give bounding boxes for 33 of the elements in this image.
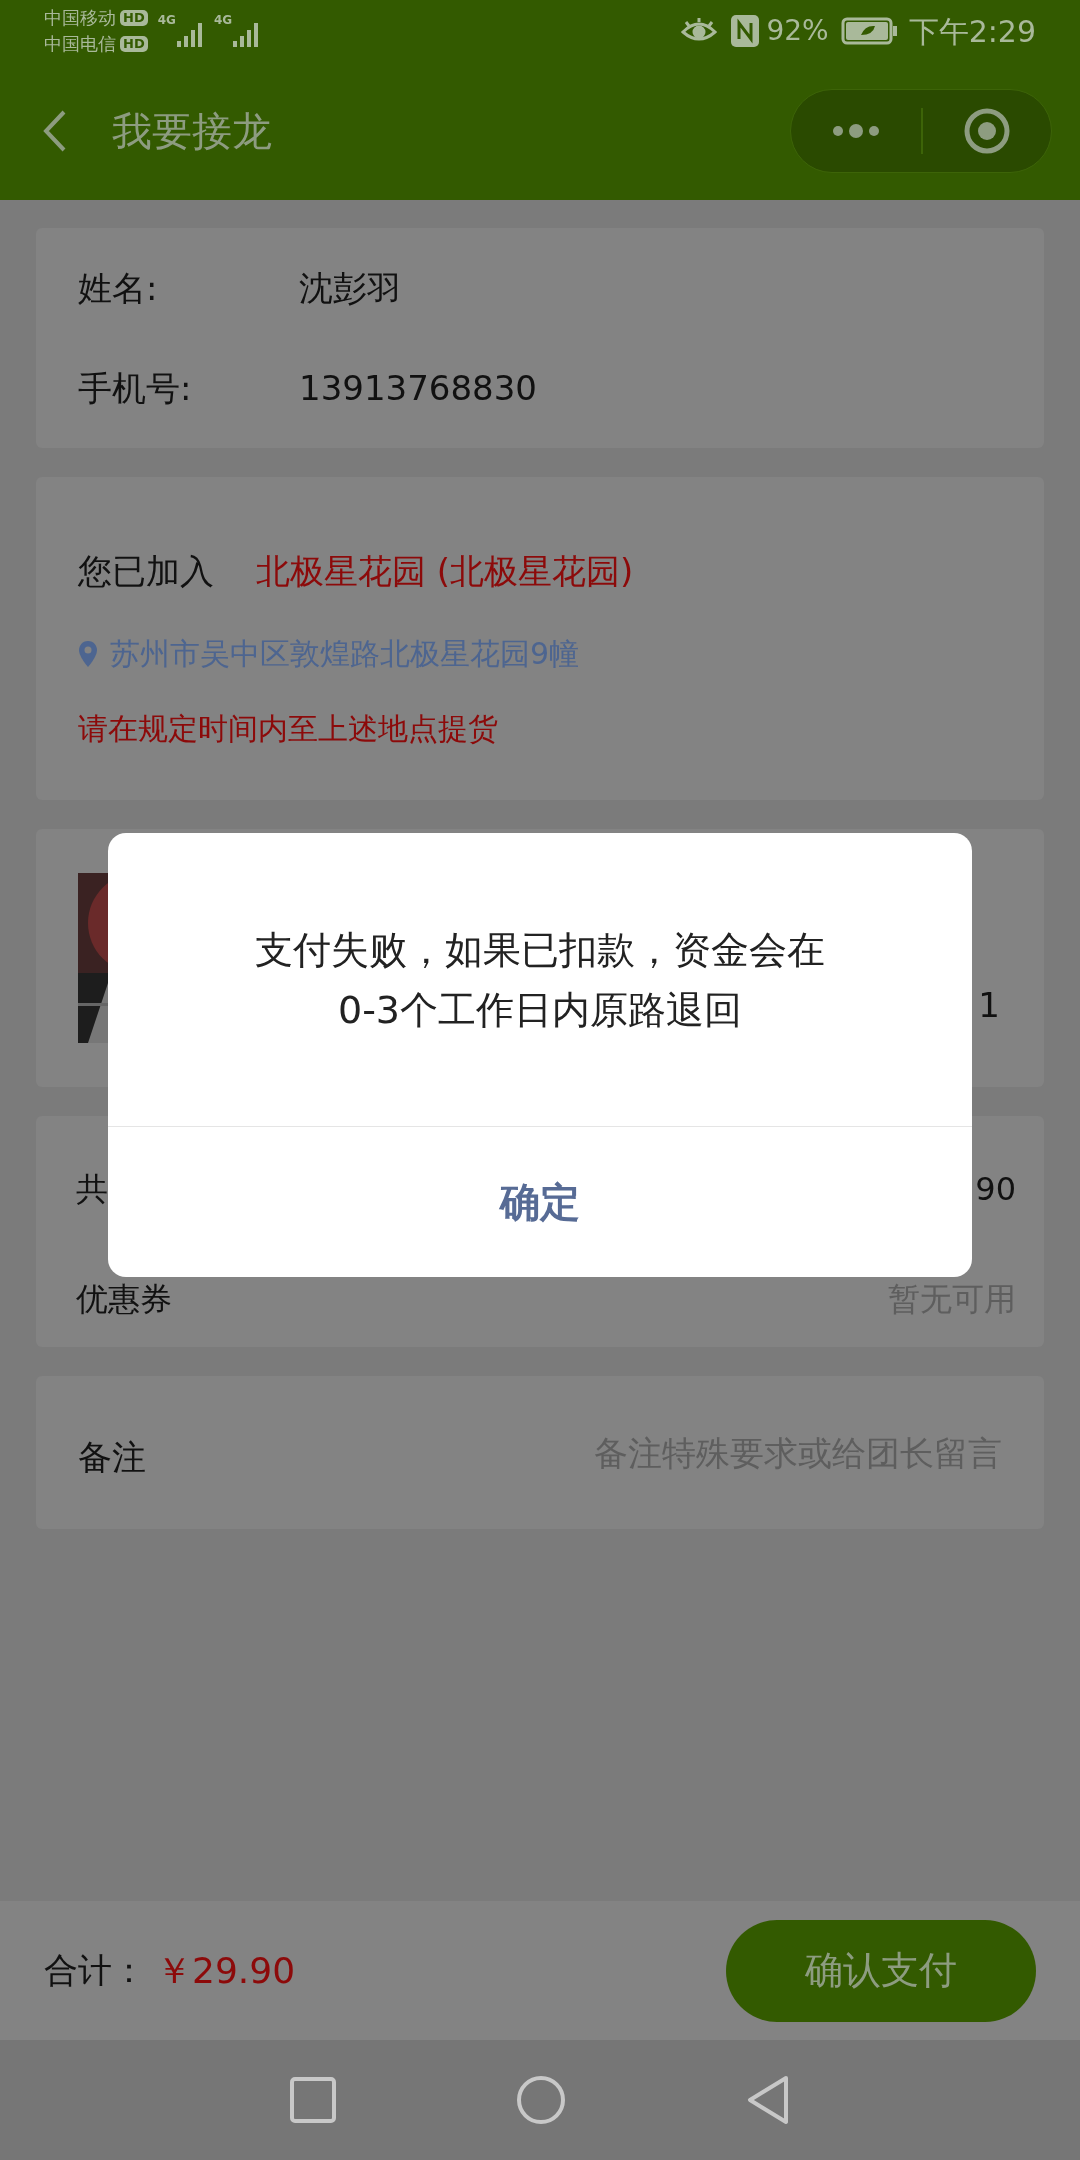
location-pin-icon — [78, 639, 98, 668]
carrier-name: 中国电信 — [44, 32, 116, 56]
back-icon — [746, 2075, 790, 2125]
field-value: 13913768830 — [299, 369, 537, 407]
carrier-name: 中国移动 — [44, 6, 116, 30]
summary-label: 优惠券 — [76, 1280, 172, 1318]
total-label: 合计： — [44, 1949, 146, 1992]
total-amount: ￥29.90 — [156, 1948, 296, 1993]
hd-badge: HD — [120, 36, 148, 52]
summary-label: 共 — [76, 1170, 108, 1208]
pay-button[interactable]: 确认支付 — [726, 1919, 1036, 2022]
quantity-text: 1 — [978, 984, 1000, 1027]
dialog-message: 支付失败，如果已扣款，资金会在0-3个工作日内原路退回 — [254, 926, 826, 1034]
summary-value: 90 — [975, 1170, 1016, 1208]
hd-badge: HD — [120, 10, 148, 26]
remark-label: 备注 — [78, 1436, 146, 1479]
recent-apps-icon — [290, 2077, 336, 2123]
page-title: 我要接龙 — [112, 107, 272, 156]
field-label: 手机号: — [78, 369, 193, 407]
home-icon — [516, 2075, 566, 2125]
nfc-icon — [730, 14, 761, 48]
battery-percent: 92% — [766, 13, 829, 49]
joined-label: 您已加入 — [78, 550, 214, 593]
field-value: 沈彭羽 — [299, 269, 401, 307]
network-type: 4G — [157, 13, 176, 27]
network-type: 4G — [213, 13, 233, 27]
clock-time: 下午2:29 — [908, 12, 1036, 51]
pickup-note: 请在规定时间内至上述地点提货 — [78, 710, 499, 748]
field-label: 姓名: — [78, 269, 159, 307]
community-name: 北极星花园 (北极星花园) — [256, 550, 634, 593]
battery-icon — [840, 17, 899, 45]
confirm-button[interactable]: 确定 — [108, 1127, 972, 1277]
more-icon — [831, 124, 881, 138]
